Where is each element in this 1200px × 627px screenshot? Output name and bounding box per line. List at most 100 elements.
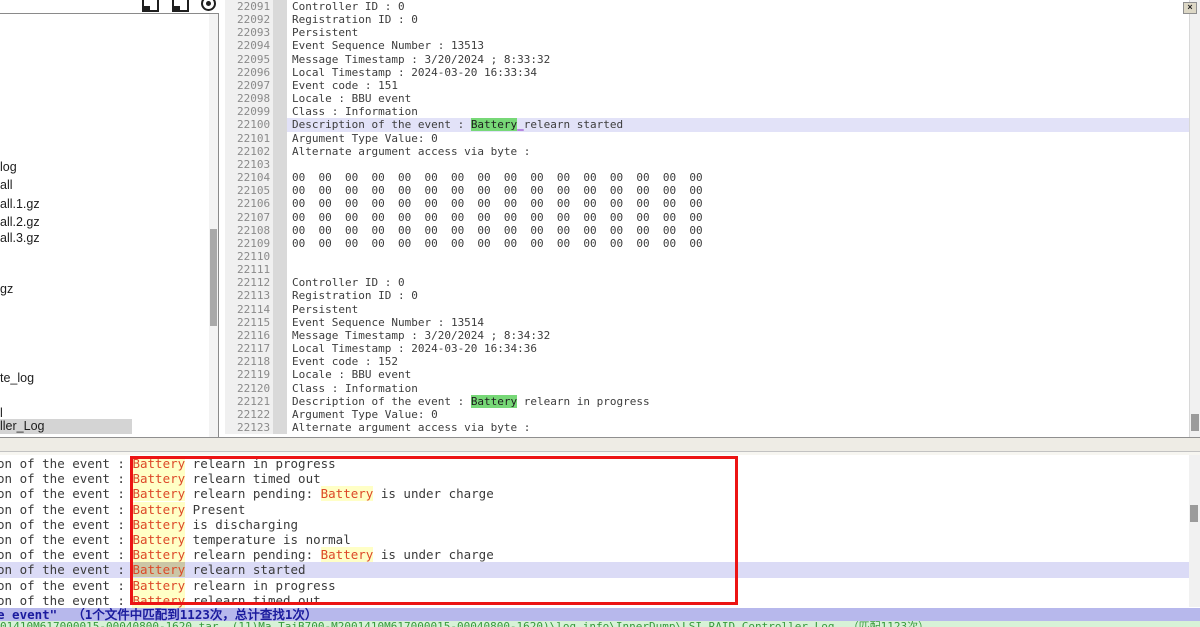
- result-row[interactable]: on of the event : Battery relearn starte…: [0, 562, 1189, 577]
- editor-line[interactable]: 22123Alternate argument access via byte …: [225, 421, 1189, 434]
- editor-text: [287, 250, 1189, 263]
- result-row[interactable]: on of the event : Battery relearn pendin…: [0, 547, 1189, 562]
- result-row[interactable]: on of the event : Battery is discharging: [0, 517, 1189, 532]
- editor-line[interactable]: 2210900 00 00 00 00 00 00 00 00 00 00 00…: [225, 237, 1189, 250]
- line-number: 22102: [225, 145, 273, 158]
- results-path-bar: 01410M617000015-00040800-1620.tar (11)Ma…: [0, 621, 1200, 627]
- editor-line[interactable]: 22113 Registration ID : 0: [225, 289, 1189, 302]
- result-row[interactable]: on of the event : Battery temperature is…: [0, 532, 1189, 547]
- editor-line[interactable]: 22094Event Sequence Number : 13513: [225, 39, 1189, 52]
- editor-text: 00 00 00 00 00 00 00 00 00 00 00 00 00 0…: [287, 171, 1189, 184]
- copy-window-icon[interactable]: [172, 0, 189, 12]
- result-row[interactable]: on of the event : Battery relearn pendin…: [0, 486, 1189, 501]
- fold-margin: [273, 303, 287, 316]
- sidebar-file-list[interactable]: log all all.1.gz all.2.gzall.3.gz gz te_logll…: [0, 13, 219, 437]
- result-row[interactable]: on of the event : Battery relearn timed …: [0, 471, 1189, 486]
- editor-line[interactable]: 22122Argument Type Value: 0: [225, 408, 1189, 421]
- sidebar-item[interactable]: all.1.gz: [0, 197, 44, 212]
- editor-line[interactable]: 22112Controller ID : 0: [225, 276, 1189, 289]
- fold-margin: [273, 395, 287, 408]
- editor-line[interactable]: 2210500 00 00 00 00 00 00 00 00 00 00 00…: [225, 184, 1189, 197]
- editor-text: 00 00 00 00 00 00 00 00 00 00 00 00 00 0…: [287, 224, 1189, 237]
- sidebar-scrollbar-thumb[interactable]: [210, 229, 217, 326]
- editor-line[interactable]: 22110: [225, 250, 1189, 263]
- line-number: 22091: [225, 0, 273, 13]
- editor-line[interactable]: 22118Event code : 152: [225, 355, 1189, 368]
- editor-line[interactable]: 2210800 00 00 00 00 00 00 00 00 00 00 00…: [225, 224, 1189, 237]
- editor-line[interactable]: 22091Controller ID : 0: [225, 0, 1189, 13]
- battery-match: Battery: [132, 547, 185, 562]
- editor-line[interactable]: 22092Registration ID : 0: [225, 13, 1189, 26]
- results-scrollbar[interactable]: [1189, 455, 1200, 607]
- result-row[interactable]: on of the event : Battery Present: [0, 502, 1189, 517]
- editor-line[interactable]: 22115Event Sequence Number : 13514: [225, 316, 1189, 329]
- result-row[interactable]: on of the event : Battery relearn timed …: [0, 593, 1189, 608]
- sidebar-item[interactable]: ller_Log: [0, 419, 132, 434]
- result-prefix: on of the event :: [0, 578, 132, 593]
- editor-line[interactable]: 22103: [225, 158, 1189, 171]
- editor-scrollbar-thumb[interactable]: [1191, 414, 1199, 431]
- editor-line[interactable]: 22119Locale : BBU event: [225, 368, 1189, 381]
- line-number: 22092: [225, 13, 273, 26]
- result-text: temperature is normal: [185, 532, 351, 547]
- line-number: 22103: [225, 158, 273, 171]
- editor-line[interactable]: 22116Message Timestamp : 3/20/2024 ; 8:3…: [225, 329, 1189, 342]
- editor-line[interactable]: 22093Persistent: [225, 26, 1189, 39]
- editor-text: Event code : 152: [287, 355, 1189, 368]
- editor-line[interactable]: 2210400 00 00 00 00 00 00 00 00 00 00 00…: [225, 171, 1189, 184]
- sidebar-item[interactable]: log: [0, 160, 21, 175]
- editor-text: Locale : BBU event: [287, 92, 1189, 105]
- editor-line[interactable]: 22096Local Timestamp : 2024-03-20 16:33:…: [225, 66, 1189, 79]
- editor-line[interactable]: 22099Class : Information: [225, 105, 1189, 118]
- text-segment: Alternate argument access via byte :: [292, 421, 530, 434]
- sidebar-item[interactable]: all: [0, 178, 17, 193]
- result-row[interactable]: on of the event : Battery relearn in pro…: [0, 456, 1189, 471]
- editor-line[interactable]: 22098Locale : BBU event: [225, 92, 1189, 105]
- copy-window-icon[interactable]: [142, 0, 159, 12]
- editor-line[interactable]: 22095Message Timestamp : 3/20/2024 ; 8:3…: [225, 53, 1189, 66]
- sidebar-item[interactable]: all.3.gz: [0, 231, 44, 246]
- sidebar-item[interactable]: te_log: [0, 371, 38, 386]
- editor-line[interactable]: 2210600 00 00 00 00 00 00 00 00 00 00 00…: [225, 197, 1189, 210]
- editor-line[interactable]: 22102Alternate argument access via byte …: [225, 145, 1189, 158]
- editor-line[interactable]: 22117Local Timestamp : 2024-03-20 16:34:…: [225, 342, 1189, 355]
- editor-line[interactable]: 22101Argument Type Value: 0: [225, 132, 1189, 145]
- sidebar-scrollbar[interactable]: [209, 14, 218, 437]
- line-number: 22113: [225, 289, 273, 302]
- line-number: 22110: [225, 250, 273, 263]
- result-text: is under charge: [373, 547, 493, 562]
- editor-text: Registration ID : 0: [287, 289, 1189, 302]
- line-number: 22115: [225, 316, 273, 329]
- results-scrollbar-thumb[interactable]: [1190, 505, 1198, 522]
- results-close-button[interactable]: ×: [1183, 2, 1197, 14]
- editor-line[interactable]: 22121Description of the event : Battery …: [225, 395, 1189, 408]
- search-results-panel[interactable]: on of the event : Battery relearn in pro…: [0, 455, 1200, 627]
- result-row[interactable]: on of the event : Battery relearn in pro…: [0, 578, 1189, 593]
- editor[interactable]: 22091Controller ID : 022092Registration …: [219, 0, 1200, 437]
- editor-line[interactable]: 22120Class : Information: [225, 382, 1189, 395]
- sidebar-item[interactable]: gz: [0, 282, 17, 297]
- editor-line[interactable]: 22114Persistent: [225, 303, 1189, 316]
- result-text: relearn pending:: [185, 486, 320, 501]
- line-number: 22100: [225, 118, 273, 131]
- battery-match: Battery: [132, 532, 185, 547]
- text-segment: Message Timestamp : 3/20/2024 ; 8:33:32: [292, 53, 550, 66]
- line-number: 22097: [225, 79, 273, 92]
- result-text: relearn pending:: [185, 547, 320, 562]
- editor-line[interactable]: 22111: [225, 263, 1189, 276]
- pane-splitter[interactable]: [0, 437, 1200, 455]
- fold-margin: [273, 368, 287, 381]
- result-prefix: on of the event :: [0, 517, 132, 532]
- fold-margin: [273, 224, 287, 237]
- fold-margin: [273, 421, 287, 434]
- result-text: is discharging: [185, 517, 298, 532]
- editor-scrollbar[interactable]: [1189, 0, 1200, 437]
- crosshair-icon[interactable]: [201, 0, 216, 11]
- sidebar-item[interactable]: all.2.gz: [0, 215, 44, 230]
- text-segment: Event Sequence Number : 13513: [292, 39, 484, 52]
- editor-line[interactable]: 2210700 00 00 00 00 00 00 00 00 00 00 00…: [225, 211, 1189, 224]
- editor-line[interactable]: 22100Description of the event : Battery_…: [225, 118, 1189, 131]
- fold-margin: [273, 171, 287, 184]
- editor-line[interactable]: 22097Event code : 151: [225, 79, 1189, 92]
- result-text: relearn timed out: [185, 593, 320, 608]
